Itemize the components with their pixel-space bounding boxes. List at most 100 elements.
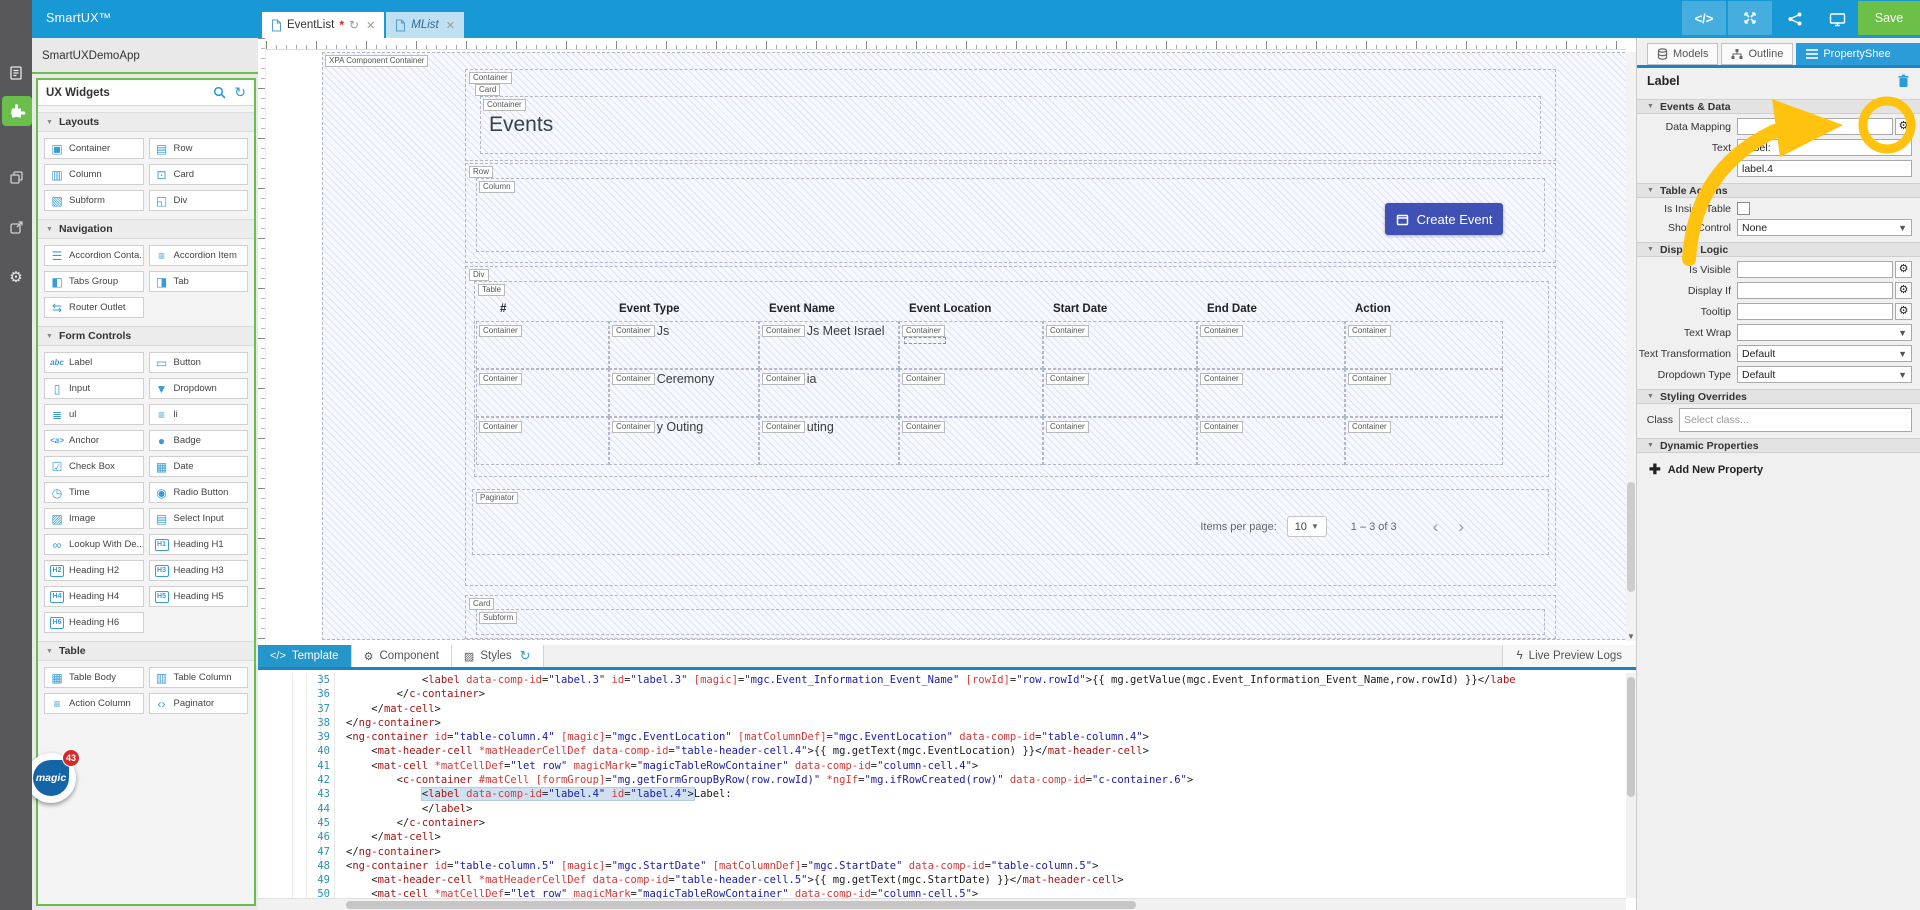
doc-tab-mlist[interactable]: MList ✕ xyxy=(386,12,464,38)
code-line[interactable]: 38 </ng-container> xyxy=(258,715,1626,731)
chip-card[interactable]: Card xyxy=(469,598,495,610)
canvas-column-region[interactable]: Column Create Event xyxy=(476,178,1545,252)
chip-container[interactable]: Container xyxy=(902,373,945,385)
chip-div[interactable]: Div xyxy=(469,269,489,281)
chip-container[interactable]: Container xyxy=(1200,373,1243,385)
widget-paginator[interactable]: ‹› Paginator xyxy=(148,693,248,714)
widget-heading-h4[interactable]: H4 Heading H4 xyxy=(44,586,144,607)
table-cell[interactable]: Container xyxy=(1197,321,1345,369)
widget-card[interactable]: ⊡ Card xyxy=(148,164,248,185)
property-section-styling-overrides[interactable]: ▼ Styling Overrides xyxy=(1637,389,1920,404)
data-mapping-gear-icon[interactable]: ⚙ xyxy=(1895,118,1912,135)
dropdown-type-select[interactable]: Default ▼ xyxy=(1737,366,1912,383)
code-horizontal-scrollbar[interactable] xyxy=(258,898,1626,910)
widget-select-input[interactable]: ▤ Select Input xyxy=(148,508,248,529)
table-cell[interactable]: Container xyxy=(1345,321,1503,369)
canvas-scrollbar[interactable]: ▼ xyxy=(1626,52,1636,641)
canvas-div-region[interactable]: Div Table # Event Type Event Name Event Loc… xyxy=(465,266,1556,586)
tab-styles[interactable]: ▨ Styles ↻ xyxy=(451,645,544,667)
pages-icon[interactable] xyxy=(0,58,32,88)
canvas-subform-region[interactable]: Subform xyxy=(476,609,1545,635)
widget-router-outlet[interactable]: ⇆ Router Outlet xyxy=(44,297,144,318)
is-visible-gear-icon[interactable]: ⚙ xyxy=(1895,261,1912,278)
widget-table-body[interactable]: ▦ Table Body xyxy=(44,667,144,688)
search-icon[interactable] xyxy=(213,86,226,99)
widget-accordion-conta[interactable]: ☰ Accordion Conta... xyxy=(44,245,144,266)
close-tab-icon[interactable]: ✕ xyxy=(366,19,375,32)
code-line[interactable]: 47 </ng-container> xyxy=(258,844,1626,859)
doc-tab-eventlist[interactable]: EventList * ↻ ✕ xyxy=(262,12,385,38)
chip-subform[interactable]: Subform xyxy=(479,612,518,624)
table-cell[interactable]: Container ia xyxy=(759,369,899,417)
canvas-header-container[interactable]: Container Card Container Events xyxy=(465,69,1556,161)
add-new-property-button[interactable]: ✚ Add New Property xyxy=(1637,453,1920,478)
chip-column[interactable]: Column xyxy=(479,181,515,193)
column-header-start-date[interactable]: Start Date xyxy=(1043,295,1197,321)
is-visible-input[interactable] xyxy=(1737,261,1893,278)
column-header-action[interactable]: Action xyxy=(1345,295,1503,321)
canvas-scrollbar-thumb[interactable] xyxy=(1627,482,1635,592)
code-content[interactable]: 35 <label data-comp-id="label.3" id="lab… xyxy=(258,673,1626,898)
code-line[interactable]: 40 <mat-header-cell *matHeaderCellDef da… xyxy=(258,744,1626,759)
code-line[interactable]: 35 <label data-comp-id="label.3" id="lab… xyxy=(258,673,1626,688)
widget-badge[interactable]: ● Badge xyxy=(148,430,248,451)
widget-image[interactable]: ▨ Image xyxy=(44,508,144,529)
widget-container[interactable]: ▣ Container xyxy=(44,138,144,159)
widget-label[interactable]: abc Label xyxy=(44,352,144,373)
widget-date[interactable]: ▦ Date xyxy=(148,456,248,477)
text-wrap-select[interactable]: ▼ xyxy=(1737,324,1912,341)
widget-heading-h6[interactable]: H6 Heading H6 xyxy=(44,612,144,633)
chip-xpa-container[interactable]: XPA Component Container xyxy=(325,55,429,67)
widget-accordion-item[interactable]: ≡ Accordion Item xyxy=(148,245,248,266)
expand-view-button[interactable] xyxy=(1728,1,1772,35)
table-cell[interactable]: Container xyxy=(476,417,609,465)
save-button[interactable]: Save xyxy=(1858,1,1920,35)
widget-heading-h1[interactable]: H1 Heading H1 xyxy=(148,534,248,555)
code-vertical-scrollbar[interactable] xyxy=(1626,673,1636,898)
create-event-button[interactable]: Create Event xyxy=(1385,203,1503,235)
chip-table[interactable]: Table xyxy=(478,284,506,296)
id-input[interactable] xyxy=(1737,160,1912,177)
code-line[interactable]: 50 <mat-cell *matCellDef="let row" magic… xyxy=(258,887,1626,898)
live-preview-logs-button[interactable]: ϟ Live Preview Logs xyxy=(1501,645,1636,667)
widget-tab[interactable]: ◨ Tab xyxy=(148,271,248,292)
delete-element-icon[interactable] xyxy=(1897,74,1910,88)
chip-container[interactable]: Container xyxy=(1200,325,1243,337)
widget-heading-h2[interactable]: H2 Heading H2 xyxy=(44,560,144,581)
widget-tabs-group[interactable]: ◧ Tabs Group xyxy=(44,271,144,292)
chip-container[interactable]: Container xyxy=(1348,421,1391,433)
share-icon[interactable] xyxy=(1774,2,1816,36)
chip-container[interactable]: Container xyxy=(762,421,805,433)
chip-container[interactable]: Container xyxy=(1200,421,1243,433)
close-tab-icon[interactable]: ✕ xyxy=(446,19,455,32)
chip-container[interactable]: Container xyxy=(1348,325,1391,337)
table-cell[interactable]: Container xyxy=(899,417,1043,465)
code-line[interactable]: 45 </c-container> xyxy=(258,815,1626,831)
table-cell[interactable]: Container xyxy=(1043,321,1197,369)
table-cell[interactable]: Container xyxy=(1043,369,1197,417)
column-header-event-name[interactable]: Event Name xyxy=(759,295,899,321)
settings-gear-icon[interactable]: ⚙ xyxy=(0,262,32,292)
code-line[interactable]: 48 <ng-container id="table-column.5" [mag… xyxy=(258,858,1626,874)
widget-radio-button[interactable]: ◉ Radio Button xyxy=(148,482,248,503)
chip-container[interactable]: Container xyxy=(1046,373,1089,385)
widget-row[interactable]: ▤ Row xyxy=(148,138,248,159)
scroll-down-arrow[interactable]: ▼ xyxy=(1626,632,1636,641)
page-heading[interactable]: Events xyxy=(489,113,553,137)
tab-component[interactable]: ⚙ Component xyxy=(351,645,452,667)
chip-container[interactable]: Container xyxy=(469,72,512,84)
chip-container[interactable]: Container xyxy=(1046,325,1089,337)
copy-icon[interactable] xyxy=(0,162,32,192)
widget-section-table[interactable]: ▼ Table xyxy=(38,641,254,661)
widget-subform[interactable]: ▧ Subform xyxy=(44,190,144,211)
table-cell[interactable]: Container xyxy=(899,369,1043,417)
previous-page-chevron[interactable]: ‹ xyxy=(1433,518,1439,535)
table-cell[interactable]: Container xyxy=(899,321,1043,369)
chip-container[interactable]: Container xyxy=(902,325,945,337)
table-cell[interactable]: Container xyxy=(1345,417,1503,465)
display-if-input[interactable] xyxy=(1737,282,1893,299)
widget-heading-h3[interactable]: H3 Heading H3 xyxy=(148,560,248,581)
code-hscroll-thumb[interactable] xyxy=(346,901,1136,909)
magic-logo[interactable]: magic 43 xyxy=(26,749,82,805)
widget-section-form-controls[interactable]: ▼ Form Controls xyxy=(38,326,254,346)
